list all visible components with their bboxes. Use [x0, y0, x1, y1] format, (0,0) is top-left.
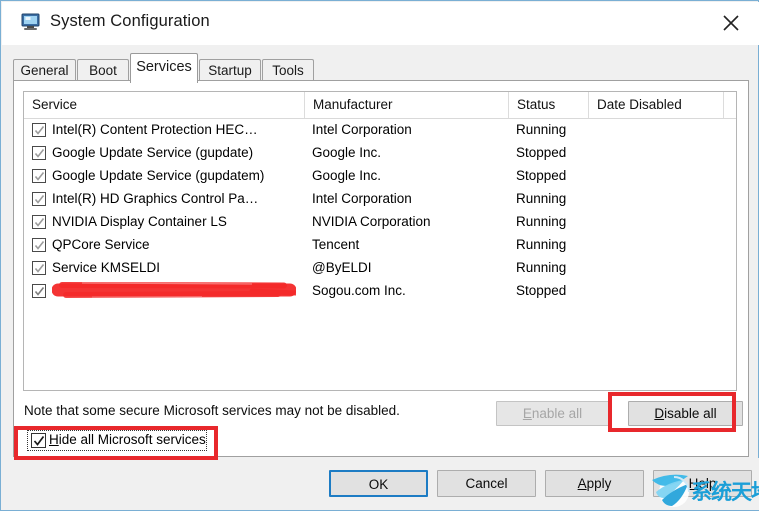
- cell-status: Stopped: [516, 165, 586, 188]
- tab-services[interactable]: Services: [130, 53, 198, 83]
- cell-service: [52, 280, 300, 303]
- cell-status: Running: [516, 257, 586, 280]
- services-list[interactable]: Service Manufacturer Status Date Disable…: [23, 91, 737, 391]
- table-row[interactable]: Sogou.com Inc. Stopped: [24, 280, 736, 303]
- cell-service: Service KMSELDI: [52, 257, 300, 280]
- disable-all-button[interactable]: Disable all: [628, 401, 743, 426]
- hide-all-microsoft-services-label: Hide all Microsoft services: [49, 432, 206, 447]
- button-label-rest: elp: [698, 476, 716, 491]
- cell-manufacturer: Intel Corporation: [312, 119, 507, 142]
- cell-service: Intel(R) Content Protection HEC…: [52, 119, 300, 142]
- dialog-footer: OK Cancel Apply Help: [2, 458, 759, 510]
- cell-status: Stopped: [516, 142, 586, 165]
- cell-manufacturer: NVIDIA Corporation: [312, 211, 507, 234]
- cell-service: Intel(R) HD Graphics Control Pa…: [52, 188, 300, 211]
- column-header-manufacturer[interactable]: Manufacturer: [305, 92, 509, 118]
- cell-date-disabled: [596, 257, 716, 280]
- tab-tools[interactable]: Tools: [262, 59, 314, 81]
- row-checkbox[interactable]: [32, 215, 46, 229]
- cell-manufacturer: @ByELDI: [312, 257, 507, 280]
- button-label-rest: nable all: [532, 406, 582, 421]
- list-header-row: Service Manufacturer Status Date Disable…: [24, 92, 736, 119]
- cell-manufacturer: Sogou.com Inc.: [312, 280, 507, 303]
- table-row[interactable]: QPCore Service Tencent Running: [24, 234, 736, 257]
- cell-date-disabled: [596, 211, 716, 234]
- row-checkbox[interactable]: [32, 169, 46, 183]
- accelerator-letter: H: [689, 476, 699, 491]
- cell-manufacturer: Google Inc.: [312, 142, 507, 165]
- label-rest: ide all Microsoft services: [59, 432, 206, 447]
- column-header-status[interactable]: Status: [509, 92, 589, 118]
- cell-date-disabled: [596, 119, 716, 142]
- cell-service: QPCore Service: [52, 234, 300, 257]
- cell-date-disabled: [596, 234, 716, 257]
- column-header-date-disabled[interactable]: Date Disabled: [589, 92, 724, 118]
- ok-button[interactable]: OK: [329, 470, 428, 497]
- cell-status: Stopped: [516, 280, 586, 303]
- cell-date-disabled: [596, 165, 716, 188]
- window-title: System Configuration: [50, 12, 210, 31]
- column-header-spacer: [724, 92, 737, 118]
- close-button[interactable]: [704, 2, 759, 44]
- tab-boot[interactable]: Boot: [77, 59, 129, 81]
- services-rows: Intel(R) Content Protection HEC… Intel C…: [24, 119, 736, 303]
- accelerator-letter: D: [654, 406, 664, 421]
- row-checkbox[interactable]: [32, 123, 46, 137]
- table-row[interactable]: Intel(R) Content Protection HEC… Intel C…: [24, 119, 736, 142]
- cell-status: Running: [516, 234, 586, 257]
- row-checkbox[interactable]: [32, 146, 46, 160]
- cell-service: NVIDIA Display Container LS: [52, 211, 300, 234]
- accelerator-letter: H: [49, 432, 59, 447]
- column-header-service[interactable]: Service: [24, 92, 305, 118]
- tab-startup[interactable]: Startup: [199, 59, 261, 81]
- cell-service: Google Update Service (gupdatem): [52, 165, 300, 188]
- accelerator-letter: A: [578, 476, 587, 491]
- tab-strip: General Boot Services Startup Tools: [13, 53, 753, 81]
- cell-date-disabled: [596, 280, 716, 303]
- apply-button[interactable]: Apply: [545, 470, 644, 497]
- computer-monitor-icon: [21, 13, 41, 31]
- row-checkbox[interactable]: [32, 192, 46, 206]
- help-button[interactable]: Help: [653, 470, 752, 497]
- system-configuration-window: System Configuration General Boot Servic…: [0, 0, 759, 511]
- table-row[interactable]: Google Update Service (gupdate) Google I…: [24, 142, 736, 165]
- title-bar: System Configuration: [2, 2, 759, 45]
- row-checkbox[interactable]: [32, 238, 46, 252]
- button-label-rest: pply: [587, 476, 612, 491]
- cell-status: Running: [516, 211, 586, 234]
- tab-general[interactable]: General: [13, 59, 76, 81]
- cell-service: Google Update Service (gupdate): [52, 142, 300, 165]
- cancel-button[interactable]: Cancel: [437, 470, 536, 497]
- table-row[interactable]: Google Update Service (gupdatem) Google …: [24, 165, 736, 188]
- cell-date-disabled: [596, 188, 716, 211]
- secure-services-note: Note that some secure Microsoft services…: [24, 403, 400, 418]
- button-label-rest: isable all: [664, 406, 717, 421]
- row-checkbox[interactable]: [32, 261, 46, 275]
- cell-status: Running: [516, 119, 586, 142]
- cell-manufacturer: Google Inc.: [312, 165, 507, 188]
- table-row[interactable]: NVIDIA Display Container LS NVIDIA Corpo…: [24, 211, 736, 234]
- cell-status: Running: [516, 188, 586, 211]
- accelerator-letter: E: [523, 406, 532, 421]
- services-tab-panel: Service Manufacturer Status Date Disable…: [13, 80, 749, 457]
- enable-all-button[interactable]: Enable all: [496, 401, 609, 426]
- checkbox-box[interactable]: [31, 433, 46, 448]
- cell-manufacturer: Intel Corporation: [312, 188, 507, 211]
- row-checkbox[interactable]: [32, 284, 46, 298]
- cell-date-disabled: [596, 142, 716, 165]
- table-row[interactable]: Intel(R) HD Graphics Control Pa… Intel C…: [24, 188, 736, 211]
- table-row[interactable]: Service KMSELDI @ByELDI Running: [24, 257, 736, 280]
- cell-manufacturer: Tencent: [312, 234, 507, 257]
